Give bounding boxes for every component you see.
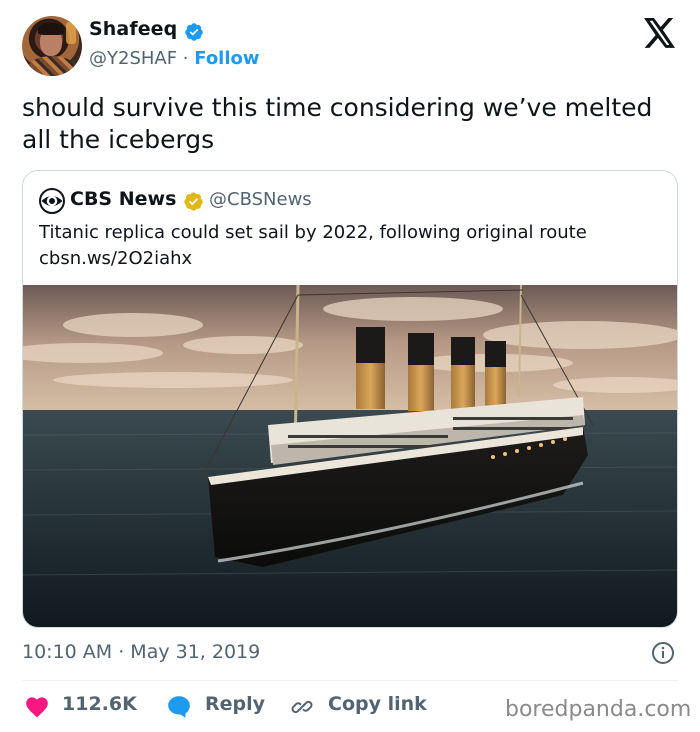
- follow-button[interactable]: Follow: [194, 48, 259, 69]
- reply-button[interactable]: Reply: [205, 693, 265, 715]
- quoted-tweet-card[interactable]: CBS News @CBSNews Titanic replica could …: [22, 170, 678, 628]
- quoted-link[interactable]: cbsn.ws/2O2iahx: [39, 246, 659, 272]
- quoted-author-handle[interactable]: @CBSNews: [209, 189, 312, 210]
- quoted-text-line: Titanic replica could set sail by 2022, …: [39, 222, 587, 243]
- separator: ·: [177, 48, 195, 69]
- quoted-author-name[interactable]: CBS News: [70, 188, 176, 210]
- author-name[interactable]: Shafeeq: [89, 18, 177, 40]
- watermark: boredpanda.com: [505, 697, 692, 722]
- cbs-eye-icon: [39, 188, 65, 214]
- timestamp[interactable]: 10:10 AM · May 31, 2019: [22, 641, 260, 663]
- quoted-tweet-text: Titanic replica could set sail by 2022, …: [39, 220, 659, 272]
- link-icon[interactable]: [290, 695, 314, 719]
- author-handle[interactable]: @Y2SHAF: [89, 48, 177, 69]
- verified-badge-icon: [185, 23, 203, 41]
- author-handle-row: @Y2SHAF · Follow: [89, 48, 260, 69]
- info-icon[interactable]: [651, 641, 675, 665]
- x-logo-icon[interactable]: [643, 18, 677, 48]
- gold-verified-icon: [184, 192, 203, 211]
- copy-link-button[interactable]: Copy link: [328, 693, 427, 715]
- avatar[interactable]: [22, 16, 82, 76]
- reply-bubble-icon[interactable]: [166, 694, 192, 718]
- divider: [22, 680, 678, 681]
- titanic-ship-image[interactable]: [23, 285, 677, 627]
- heart-icon[interactable]: [24, 694, 50, 718]
- like-count[interactable]: 112.6K: [62, 693, 137, 715]
- tweet-text: should survive this time considering we’…: [22, 93, 653, 154]
